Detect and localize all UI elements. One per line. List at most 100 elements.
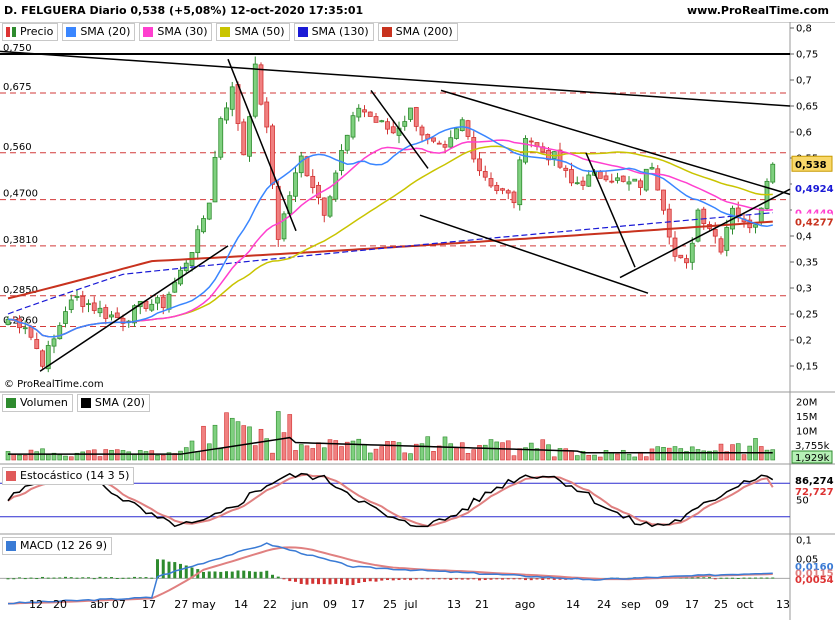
candle-body [316,184,321,199]
legend-sma50[interactable]: SMA (50) [216,23,290,41]
macd-histogram-bar [334,578,338,584]
macd-histogram-bar [213,571,217,579]
volume-bar [241,425,247,461]
volume-bar [402,452,408,461]
candle-body [321,197,327,216]
volume-bar [109,449,114,461]
volume-bar [494,441,500,461]
chart-header: D. FELGUERA Diario 0,538 (+5,08%) 12-oct… [0,0,835,23]
legend-sma130[interactable]: SMA (130) [293,23,374,41]
legend-label: SMA (50) [234,25,285,38]
candle-body [212,156,218,203]
volume-legend: Volumen SMA (20) [2,394,150,412]
x-tick-label: 17 [142,598,156,611]
macd-histogram-bar [35,578,39,580]
stoch-value-tag: 72,727 [795,487,834,498]
macd-value-tag: 0,0054 [795,575,834,586]
candle-body [224,107,229,121]
x-tick-label: oct [736,598,754,611]
macd-histogram-bar [322,578,326,585]
candle-body [603,175,609,181]
legend-price[interactable]: Precio [2,23,59,41]
volume-bar [356,438,362,461]
stoch-value-tag: 86,274 [795,476,834,487]
macd-histogram-bar [167,561,171,579]
macd-histogram-bar [420,578,424,580]
legend-volume-sma[interactable]: SMA (20) [76,394,150,412]
volume-bar [229,417,235,461]
candle-body [258,64,264,105]
volume-bar [362,444,367,461]
legend-macd[interactable]: MACD (12 26 9) [2,537,113,555]
macd-histogram-bar [259,571,263,579]
x-tick-label: jul [403,598,417,611]
candle-body [724,227,730,251]
macd-histogram-bar [265,570,269,579]
candle-body [252,63,258,117]
legend-sma200[interactable]: SMA (200) [377,23,458,41]
legend-swatch [6,541,16,551]
legend-stochastic[interactable]: Estocástico (14 3 5) [2,467,135,485]
candle-body [356,107,362,118]
level-label: 0,675 [3,82,32,93]
legend-label: Estocástico (14 3 5) [20,469,130,482]
volume-bar [155,455,160,461]
candle-body [103,307,109,319]
x-tick-label: 14 [234,598,248,611]
y-tick-label: 0,6 [796,128,812,139]
candle-body [149,303,155,311]
macd-histogram-bar [719,577,723,579]
volume-bar [609,452,615,461]
candle-body [678,254,684,259]
volume-bar [235,421,241,461]
candle-body [275,185,281,240]
macd-histogram-bar [236,570,240,579]
volume-bar [11,454,17,461]
candle-body [770,163,776,183]
candle-body [379,120,385,123]
macd-histogram-bar [87,577,90,579]
candle-body [298,155,304,174]
macd-histogram-bar [23,578,27,580]
volume-bar [632,456,638,461]
volume-tick-label: 15M [796,412,817,423]
legend-sma30[interactable]: SMA (30) [139,23,213,41]
candle-body [74,295,80,298]
volume-bar [488,439,494,461]
volume-bar [770,449,776,461]
candle-body [586,174,592,187]
volume-bar [327,439,333,461]
candle-body [183,262,189,272]
macd-histogram-bar [759,577,763,579]
volume-bar [189,440,195,461]
volume-bar [459,442,465,461]
candle-body [310,175,316,188]
x-tick-label: 22 [263,598,277,611]
macd-histogram-bar [242,570,246,579]
value-tag: 0,4277 [792,213,834,229]
candle-body [574,182,580,185]
macd-legend: MACD (12 26 9) [2,537,113,555]
value-tag: 0,538 [791,155,833,172]
x-tick-label: 09 [655,598,669,611]
volume-bar [120,450,126,461]
site-url[interactable]: www.ProRealTime.com [687,4,829,17]
legend-sma20[interactable]: SMA (20) [62,23,136,41]
volume-bar [661,447,666,461]
candle-body [557,149,563,168]
legend-swatch [381,27,392,37]
volume-bar [528,442,534,461]
candle-body [448,137,454,148]
volume-bar [126,451,132,461]
candle-body [609,180,615,183]
candle-body [672,237,678,257]
candle-body [350,115,356,138]
volume-bar [218,448,224,461]
x-tick-label: 20 [53,598,67,611]
legend-label: Volumen [20,396,68,409]
legend-swatch [143,27,154,37]
y-tick-label: 0,3 [796,284,812,295]
legend-volume[interactable]: Volumen [2,394,73,412]
macd-histogram-bar [253,571,257,579]
macd-histogram-bar [437,578,441,580]
